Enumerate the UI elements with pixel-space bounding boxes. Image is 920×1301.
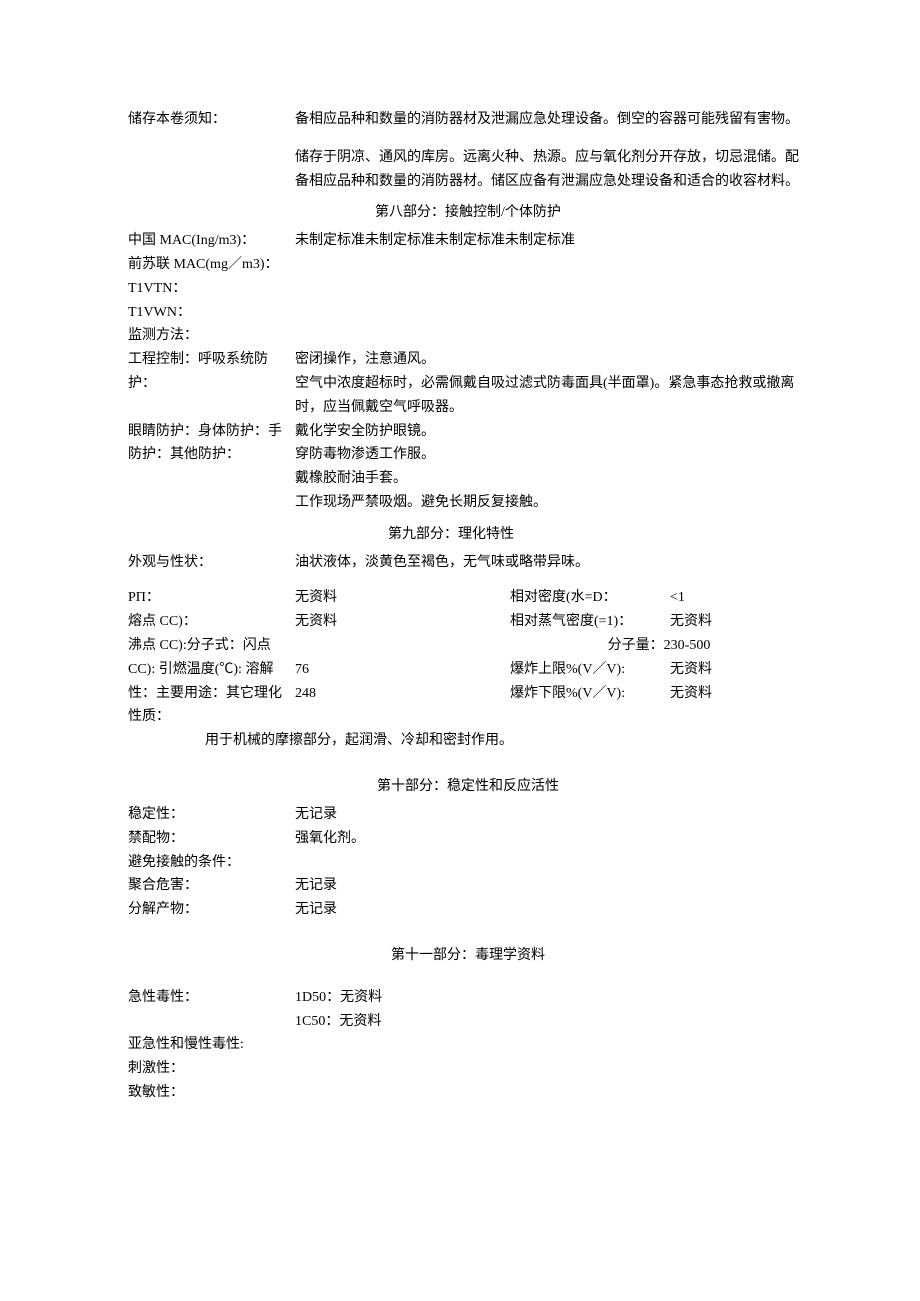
- engineering-control-label: 工程控制：呼吸系统防护：: [128, 348, 295, 419]
- storage-label: 储存本卷须知：: [128, 108, 295, 193]
- section9-title: 第九部分：理化特性: [128, 523, 808, 547]
- subacute-row: 亚急性和慢性毒性:: [128, 1033, 808, 1057]
- decomp-label: 分解产物：: [128, 898, 295, 922]
- sensitization-row: 致敏性：: [128, 1081, 808, 1105]
- engineering-control-content: 密闭操作，注意通风。 空气中浓度超标时，必需佩戴自吸过滤式防毒面具(半面罩)。紧…: [295, 348, 808, 419]
- monitor-method-label: 监测方法：: [128, 324, 295, 348]
- eye-protection-value: 戴化学安全防护眼镜。: [295, 420, 808, 444]
- avoid-conditions-label: 避免接触的条件：: [128, 851, 295, 875]
- rel-vapor-label: 相对蒸气密度(=1)：: [510, 610, 670, 634]
- rel-vapor-value: 无资料: [670, 610, 808, 634]
- avoid-conditions-row: 避免接触的条件：: [128, 851, 808, 875]
- irritation-row: 刺激性：: [128, 1057, 808, 1081]
- polymer-hazard-label: 聚合危害：: [128, 874, 295, 898]
- rel-density-label: 相对密度(水=D：: [510, 586, 670, 610]
- hand-protection-value: 戴橡胶耐油手套。: [295, 467, 808, 491]
- t1vtn-label: T1VTN：: [128, 277, 295, 301]
- storage-para1: 备相应品种和数量的消防器材及泄漏应急处理设备。倒空的容器可能残留有害物。: [295, 108, 808, 132]
- storage-para2: 储存于阴凉、通风的库房。远离火种、热源。应与氧化剂分开存放，切忌混储。配备相应品…: [295, 146, 808, 194]
- body-protection-value: 穿防毒物渗透工作服。: [295, 443, 808, 467]
- ussr-mac-label: 前苏联 MAC(mg／m3)：: [128, 253, 295, 277]
- appearance-label: 外观与性状：: [128, 551, 295, 575]
- monitor-method-row: 监测方法：: [128, 324, 808, 348]
- ignition-temp-label: 引燃温度(℃):: [159, 662, 242, 677]
- sensitization-label: 致敏性：: [128, 1081, 295, 1105]
- meltpoint-value: 无资料: [295, 610, 510, 634]
- stability-value: 无记录: [295, 803, 808, 827]
- china-mac-value: 未制定标准未制定标准未制定标准未制定标准: [295, 229, 808, 253]
- explosion-upper-value: 无资料: [670, 658, 808, 682]
- acute-tox-row: 急性毒性： 1D50：无资料 1C50：无资料: [128, 986, 808, 1034]
- storage-content: 备相应品种和数量的消防器材及泄漏应急处理设备。倒空的容器可能残留有害物。 储存于…: [295, 108, 808, 193]
- flash-row: 76 爆炸上限%(V／V): 无资料: [295, 658, 808, 682]
- rel-density-value: <1: [670, 586, 808, 610]
- protection-content: 戴化学安全防护眼镜。 穿防毒物渗透工作服。 戴橡胶耐油手套。 工作现场严禁吸烟。…: [295, 420, 808, 515]
- incompat-value: 强氧化剂。: [295, 827, 808, 851]
- protection-row: 眼睛防护：身体防护：手防护：其他防护： 戴化学安全防护眼镜。 穿防毒物渗透工作服…: [128, 420, 808, 515]
- acute-tox-label: 急性毒性：: [128, 986, 295, 1034]
- t1vtn-row: T1VTN：: [128, 277, 808, 301]
- t1vwn-label: T1VWN：: [128, 301, 295, 325]
- ignition-value: 248: [295, 682, 510, 706]
- other-protection-value: 工作现场严禁吸烟。避免长期反复接触。: [295, 491, 808, 515]
- section8-title: 第八部分：接触控制/个体防护: [128, 201, 808, 225]
- incompat-row: 禁配物： 强氧化剂。: [128, 827, 808, 851]
- appearance-row: 外观与性状： 油状液体，淡黄色至褐色，无气味或略带异味。: [128, 551, 808, 575]
- explosion-upper-label: 爆炸上限%(V／V):: [510, 658, 670, 682]
- stability-label: 稳定性：: [128, 803, 295, 827]
- appearance-value: 油状液体，淡黄色至褐色，无气味或略带异味。: [295, 551, 808, 575]
- boilpoint-block: 沸点 CC):分子式：闪点 CC): 引燃温度(℃): 溶解性：主要用途：其它理…: [128, 634, 808, 753]
- molweight-value: 分子量：230-500: [510, 634, 808, 658]
- engineering-control-value2: 空气中浓度超标时，必需佩戴自吸过滤式防毒面具(半面罩)。紧急事态抢救或撤离时，应…: [295, 372, 808, 420]
- engineering-control-value1: 密闭操作，注意通风。: [295, 348, 808, 372]
- ph-row: PΠ： 无资料 相对密度(水=D： <1: [128, 586, 808, 610]
- engineering-control-row: 工程控制：呼吸系统防护： 密闭操作，注意通风。 空气中浓度超标时，必需佩戴自吸过…: [128, 348, 808, 419]
- flash-value: 76: [295, 658, 510, 682]
- ussr-mac-row: 前苏联 MAC(mg／m3)：: [128, 253, 808, 277]
- incompat-label: 禁配物：: [128, 827, 295, 851]
- section11-title: 第十一部分：毒理学资料: [128, 944, 808, 968]
- t1vwn-row: T1VWN：: [128, 301, 808, 325]
- storage-row: 储存本卷须知： 备相应品种和数量的消防器材及泄漏应急处理设备。倒空的容器可能残留…: [128, 108, 808, 193]
- boilpoint-right: 分子量：230-500 76 爆炸上限%(V／V): 无资料 248 爆炸下限%…: [295, 634, 808, 753]
- meltpoint-row: 熔点 CC)： 无资料 相对蒸气密度(=1)： 无资料: [128, 610, 808, 634]
- meltpoint-label: 熔点 CC)：: [128, 610, 295, 634]
- polymer-hazard-value: 无记录: [295, 874, 808, 898]
- decomp-row: 分解产物： 无记录: [128, 898, 808, 922]
- subacute-label: 亚急性和慢性毒性:: [128, 1033, 295, 1057]
- acute-tox-content: 1D50：无资料 1C50：无资料: [295, 986, 808, 1034]
- decomp-value: 无记录: [295, 898, 808, 922]
- china-mac-row: 中国 MAC(Ing/m3)： 未制定标准未制定标准未制定标准未制定标准: [128, 229, 808, 253]
- molweight-row: 分子量：230-500: [128, 634, 808, 658]
- ld50-value: 1D50：无资料: [295, 986, 808, 1010]
- polymer-hazard-row: 聚合危害： 无记录: [128, 874, 808, 898]
- protection-label: 眼睛防护：身体防护：手防护：其他防护：: [128, 420, 295, 515]
- ph-label: PΠ：: [128, 586, 295, 610]
- ph-value: 无资料: [295, 586, 510, 610]
- ignition-row: 248 爆炸下限%(V／V): 无资料: [295, 682, 808, 706]
- irritation-label: 刺激性：: [128, 1057, 295, 1081]
- stability-row: 稳定性： 无记录: [128, 803, 808, 827]
- explosion-lower-value: 无资料: [670, 682, 808, 706]
- china-mac-label: 中国 MAC(Ing/m3)：: [128, 229, 295, 253]
- section10-title: 第十部分：稳定性和反应活性: [128, 775, 808, 799]
- main-use-value: 用于机械的摩擦部分，起润滑、冷却和密封作用。: [205, 729, 808, 753]
- explosion-lower-label: 爆炸下限%(V／V):: [510, 682, 670, 706]
- lc50-value: 1C50：无资料: [295, 1010, 808, 1034]
